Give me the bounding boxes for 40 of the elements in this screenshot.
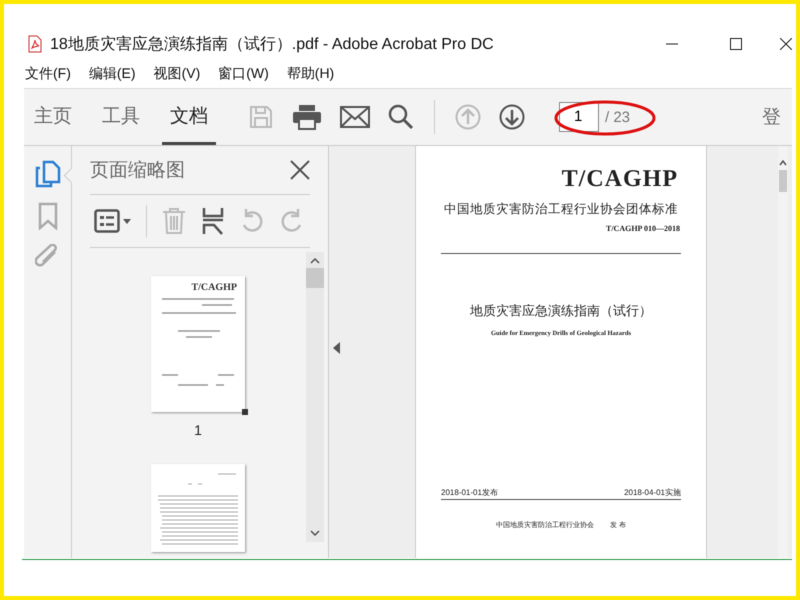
next-page-button[interactable] bbox=[499, 104, 525, 130]
scrollbar-track[interactable] bbox=[306, 252, 324, 542]
page-count: / 23 bbox=[605, 108, 630, 126]
insert-page-button[interactable] bbox=[201, 207, 225, 235]
scroll-down-icon[interactable] bbox=[310, 530, 320, 536]
standard-code: T/CAGHP bbox=[562, 166, 678, 193]
sign-in-link[interactable]: 登 bbox=[752, 104, 792, 130]
menu-item[interactable]: 视图(V) bbox=[154, 65, 200, 83]
pdf-file-icon bbox=[28, 35, 42, 53]
thumbnail-heading: T/CAGHP bbox=[191, 282, 237, 293]
page-number-label: 1 bbox=[194, 422, 202, 438]
standard-type: 中国地质灾害防治工程行业协会团体标准 bbox=[444, 201, 678, 218]
menu-item[interactable]: 帮助(H) bbox=[286, 65, 334, 83]
scroll-up-icon[interactable] bbox=[310, 258, 320, 264]
page-thumbnails-icon[interactable] bbox=[34, 160, 60, 188]
standard-number: T/CAGHP 010—2018 bbox=[606, 224, 680, 233]
tab[interactable]: 工具 bbox=[94, 89, 148, 145]
scrollbar-thumb[interactable] bbox=[306, 268, 324, 288]
collapse-panel-icon[interactable] bbox=[333, 342, 341, 354]
options-menu-button[interactable] bbox=[94, 208, 132, 234]
document-title: 地质灾害应急演练指南（试行） bbox=[470, 302, 652, 320]
menu-item[interactable]: 编辑(E) bbox=[88, 65, 136, 83]
window-title: 18地质灾害应急演练指南（试行）.pdf - Adobe Acrobat Pro DC bbox=[50, 34, 495, 54]
resize-handle[interactable] bbox=[242, 409, 248, 415]
close-button[interactable] bbox=[290, 160, 310, 180]
maximize-button[interactable] bbox=[730, 38, 742, 50]
page-thumbnail[interactable]: T/CAGHP bbox=[151, 276, 245, 412]
scroll-up-icon[interactable] bbox=[779, 160, 787, 166]
close-button[interactable] bbox=[780, 38, 792, 50]
tab[interactable]: 主页 bbox=[26, 89, 80, 145]
scrollbar-track[interactable] bbox=[778, 146, 788, 558]
email-button[interactable] bbox=[340, 106, 370, 128]
print-button[interactable] bbox=[292, 104, 322, 130]
scrollbar-thumb[interactable] bbox=[779, 170, 787, 192]
menu-item[interactable]: 文件(F) bbox=[25, 65, 71, 83]
search-button[interactable] bbox=[388, 104, 414, 130]
menu-item[interactable]: 窗口(W) bbox=[218, 65, 269, 83]
panel-title: 页面缩略图 bbox=[90, 159, 185, 183]
effective-date: 2018-04-01实施 bbox=[624, 487, 681, 498]
issue-date: 2018-01-01发布 bbox=[441, 487, 498, 498]
